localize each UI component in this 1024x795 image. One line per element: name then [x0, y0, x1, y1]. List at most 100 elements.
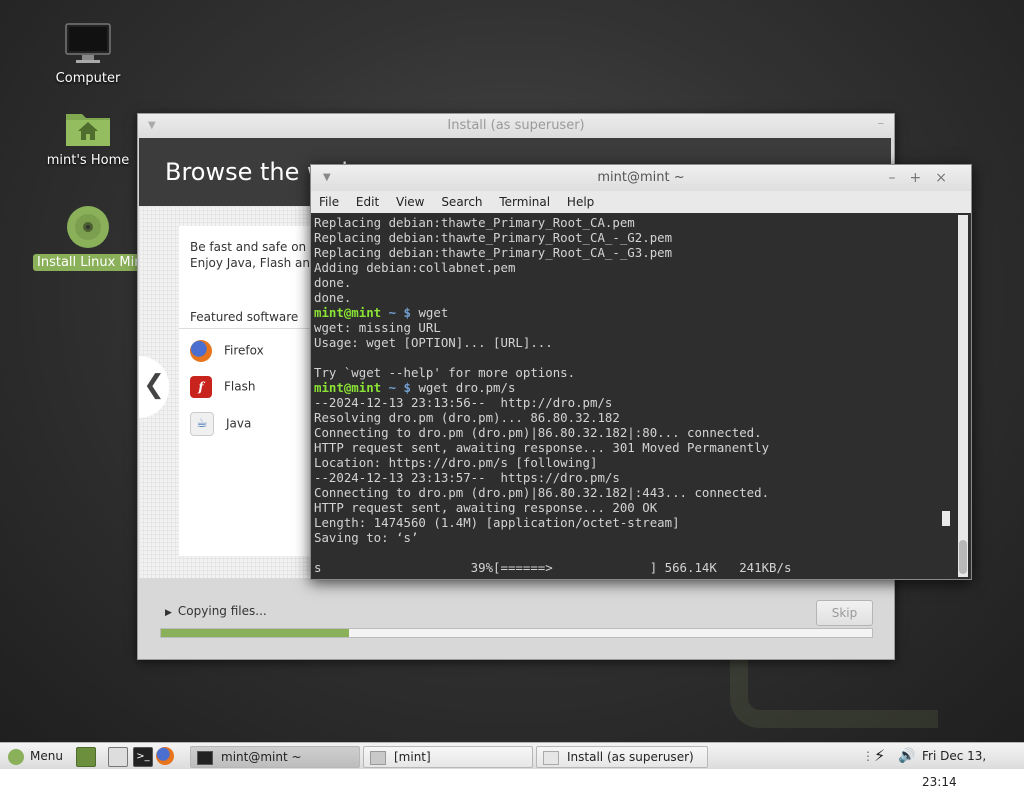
featured-item-firefox: Firefox [190, 340, 264, 362]
firefox-icon [190, 340, 212, 362]
terminal-line: --2024-12-13 23:13:56-- http://dro.pm/s [314, 395, 613, 410]
terminal-line: Location: https://dro.pm/s [following] [314, 455, 598, 470]
taskbar-window-installer[interactable]: Install (as superuser) [536, 746, 708, 768]
taskbar-window-label: mint@mint ~ [221, 750, 302, 764]
desktop-icon-label: Install Linux Mint [33, 254, 152, 271]
terminal-line: mint@mint ~ $ wget [314, 305, 954, 320]
maximize-icon[interactable]: + [910, 170, 936, 186]
menu-search[interactable]: Search [441, 195, 482, 209]
prompt-dir: ~ $ [381, 380, 419, 395]
terminal-line: Connecting to dro.pm (dro.pm)|86.80.32.1… [314, 425, 762, 440]
show-desktop-icon[interactable] [76, 747, 96, 767]
terminal-line: Connecting to dro.pm (dro.pm)|86.80.32.1… [314, 485, 770, 500]
taskbar-window-folder[interactable]: [mint] [363, 746, 533, 768]
terminal-window: ▼ mint@mint ~ –+× File Edit View Search … [310, 164, 972, 580]
terminal-line: Resolving dro.pm (dro.pm)... 86.80.32.18… [314, 410, 620, 425]
tray-handle-icon: ⋮ [862, 749, 874, 763]
featured-item-label: Flash [224, 379, 256, 394]
terminal-cursor [942, 511, 950, 526]
terminal-line: done. [314, 290, 352, 305]
desktop-icon-computer[interactable]: Computer [33, 22, 143, 87]
menu-edit[interactable]: Edit [356, 195, 379, 209]
featured-software-label: Featured software [190, 310, 299, 324]
menu-view[interactable]: View [396, 195, 424, 209]
terminal-title: mint@mint ~ [597, 170, 685, 185]
install-status-text: Copying files... [177, 604, 267, 618]
terminal-launcher-icon[interactable]: >_ [133, 747, 153, 767]
volume-icon[interactable]: 🔊 [898, 743, 915, 769]
prompt-command: wget dro.pm/s [418, 380, 516, 395]
featured-item-java: ☕ Java [190, 412, 251, 436]
taskbar-window-terminal[interactable]: mint@mint ~ [190, 746, 360, 768]
firefox-launcher-icon[interactable] [156, 747, 174, 765]
install-progress-fill [161, 629, 350, 637]
prompt-command: wget [418, 305, 449, 320]
java-icon: ☕ [190, 412, 214, 436]
installer-footer: ▶ Copying files... Skip [139, 578, 891, 656]
menu-terminal[interactable]: Terminal [499, 195, 550, 209]
taskbar-window-label: Install (as superuser) [567, 750, 694, 764]
clock[interactable]: Fri Dec 13, 23:14 [922, 743, 1024, 789]
install-progress-bar [160, 628, 873, 638]
install-status[interactable]: ▶ Copying files... [165, 604, 267, 618]
minimize-icon[interactable]: – [878, 112, 885, 136]
file-manager-icon[interactable] [108, 747, 128, 767]
terminal-line: HTTP request sent, awaiting response... … [314, 500, 658, 515]
minimize-icon[interactable]: – [889, 170, 910, 186]
terminal-line: Adding debian:collabnet.pem [314, 260, 516, 275]
prompt-dir: ~ $ [381, 305, 419, 320]
desktop-icon-install[interactable]: Install Linux Mint [33, 204, 152, 271]
computer-icon [64, 22, 112, 66]
installer-titlebar[interactable]: ▼ Install (as superuser) – [138, 114, 894, 138]
terminal-line: wget: missing URL [314, 320, 441, 335]
scrollbar-thumb[interactable] [959, 540, 967, 574]
prompt-user: mint@mint [314, 380, 382, 395]
terminal-output[interactable]: Replacing debian:thawte_Primary_Root_CA.… [314, 215, 954, 577]
terminal-titlebar[interactable]: ▼ mint@mint ~ –+× [311, 165, 971, 191]
terminal-menubar: File Edit View Search Terminal Help [311, 191, 971, 213]
menu-button[interactable]: Menu [8, 743, 63, 769]
terminal-line: --2024-12-13 23:13:57-- https://dro.pm/s [314, 470, 620, 485]
taskbar: Menu >_ mint@mint ~ [mint] Install (as s… [0, 742, 1024, 789]
featured-item-flash: f Flash [190, 376, 255, 398]
installer-title: Install (as superuser) [447, 118, 585, 133]
menu-file[interactable]: File [319, 195, 339, 209]
mint-logo-icon [8, 748, 24, 765]
network-icon[interactable]: ⚡ [874, 743, 885, 769]
terminal-line: done. [314, 275, 352, 290]
home-folder-icon [64, 108, 112, 148]
desktop-icon-label: Computer [55, 71, 121, 86]
disc-icon [65, 204, 111, 250]
desktop-icon-label: mint's Home [46, 153, 130, 168]
terminal-line: Replacing debian:thawte_Primary_Root_CA_… [314, 245, 673, 260]
menu-label: Menu [30, 749, 63, 763]
terminal-line: Usage: wget [OPTION]... [URL]... [314, 335, 553, 350]
terminal-line: s 39%[======> ] 566.14K 241KB/s [314, 560, 792, 575]
desktop-icon-home[interactable]: mint's Home [33, 108, 143, 169]
terminal-icon [197, 750, 213, 765]
skip-button[interactable]: Skip [816, 600, 873, 626]
featured-item-label: Java [226, 416, 252, 431]
expander-arrow-icon[interactable]: ▶ [165, 608, 172, 618]
previous-slide-button[interactable]: ❮ [139, 356, 169, 418]
menu-help[interactable]: Help [567, 195, 594, 209]
terminal-line: Try `wget --help' for more options. [314, 365, 576, 380]
folder-icon [370, 750, 386, 765]
terminal-scrollbar[interactable] [958, 215, 968, 577]
terminal-line: mint@mint ~ $ wget dro.pm/s [314, 380, 954, 395]
flash-icon: f [190, 376, 212, 398]
close-icon[interactable]: × [935, 170, 961, 186]
terminal-line: HTTP request sent, awaiting response... … [314, 440, 770, 455]
taskbar-window-label: [mint] [394, 750, 431, 764]
prompt-user: mint@mint [314, 305, 382, 320]
window-menu-icon[interactable]: ▼ [148, 114, 156, 138]
installer-icon [543, 750, 559, 765]
terminal-line: Length: 1474560 (1.4M) [application/octe… [314, 515, 680, 530]
terminal-line: Replacing debian:thawte_Primary_Root_CA_… [314, 230, 673, 245]
desktop: Computer mint's Home Install Linux Mint … [0, 0, 1024, 742]
window-menu-icon[interactable]: ▼ [323, 165, 331, 191]
featured-item-label: Firefox [224, 343, 264, 358]
terminal-line: Saving to: ‘s’ [314, 530, 419, 545]
